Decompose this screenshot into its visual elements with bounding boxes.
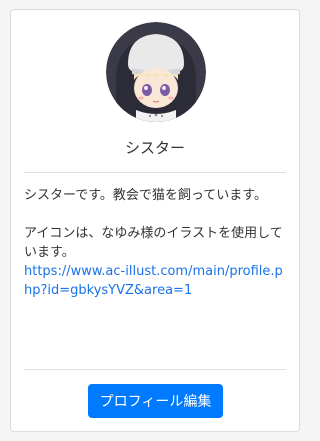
divider — [24, 369, 286, 370]
profile-card: シスター シスターです。教会で猫を飼っています。 アイコンは、なゆみ様のイラスト… — [10, 9, 300, 432]
bio-line: シスターです。教会で猫を飼っています。 — [24, 188, 267, 203]
avatar — [106, 22, 206, 122]
nun-avatar-icon — [106, 22, 206, 122]
profile-link[interactable]: https://www.ac-illust.com/main/profile.p… — [24, 264, 283, 298]
divider — [24, 172, 286, 173]
bio-spacer — [24, 205, 286, 224]
bio-line: アイコンは、なゆみ様のイラストを使用しています。 — [24, 226, 283, 260]
profile-name: シスター — [124, 139, 185, 157]
edit-profile-button[interactable]: プロフィール編集 — [88, 384, 223, 418]
profile-bio: シスターです。教会で猫を飼っています。 アイコンは、なゆみ様のイラストを使用して… — [24, 186, 286, 300]
